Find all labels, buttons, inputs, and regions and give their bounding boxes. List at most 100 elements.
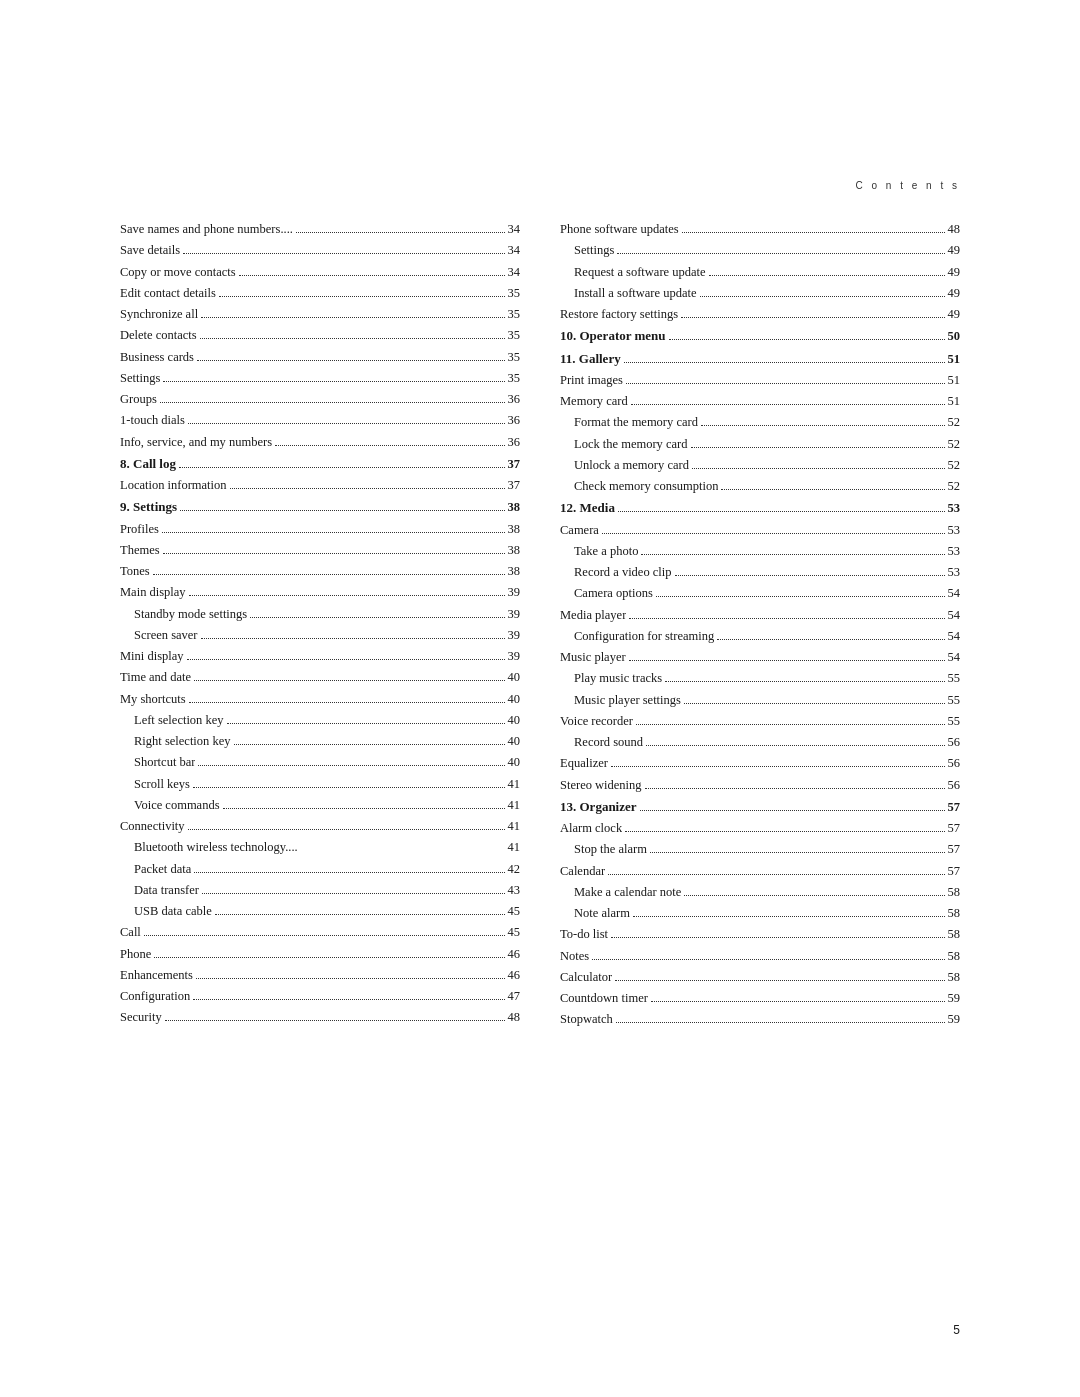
toc-dots bbox=[640, 810, 945, 811]
list-item: Screen saver39 bbox=[120, 625, 520, 646]
toc-dots bbox=[187, 659, 505, 660]
toc-page-number: 53 bbox=[948, 498, 961, 519]
toc-title-text: Enhancements bbox=[120, 965, 193, 986]
list-item: Configuration for streaming54 bbox=[560, 626, 960, 647]
toc-dots bbox=[701, 425, 945, 426]
toc-dots bbox=[616, 1022, 945, 1023]
toc-page-number: 36 bbox=[508, 432, 521, 453]
list-item: Print images51 bbox=[560, 370, 960, 391]
toc-dots bbox=[250, 617, 504, 618]
toc-dots bbox=[684, 703, 945, 704]
toc-title-text: Shortcut bar bbox=[134, 752, 195, 773]
toc-page-number: 57 bbox=[948, 797, 961, 818]
toc-dots bbox=[717, 639, 944, 640]
toc-title-text: Bluetooth wireless technology.... bbox=[134, 837, 298, 858]
toc-page-number: 41 bbox=[508, 795, 521, 816]
toc-dots bbox=[189, 595, 505, 596]
list-item: Packet data42 bbox=[120, 859, 520, 880]
toc-title-text: Configuration bbox=[120, 986, 190, 1007]
toc-dots bbox=[675, 575, 945, 576]
toc-page-number: 38 bbox=[508, 561, 521, 582]
list-item: USB data cable45 bbox=[120, 901, 520, 922]
list-item: Save details34 bbox=[120, 240, 520, 261]
toc-page-number: 49 bbox=[948, 304, 961, 325]
toc-dots bbox=[651, 1001, 945, 1002]
toc-dots bbox=[188, 423, 505, 424]
toc-title-text: Business cards bbox=[120, 347, 194, 368]
toc-title-text: Stereo widening bbox=[560, 775, 642, 796]
list-item: Alarm clock57 bbox=[560, 818, 960, 839]
toc-dots bbox=[198, 765, 504, 766]
toc-dots bbox=[219, 296, 505, 297]
toc-dots bbox=[618, 511, 945, 512]
toc-title-text: Alarm clock bbox=[560, 818, 622, 839]
toc-title-text: Record a video clip bbox=[574, 562, 672, 583]
toc-page-number: 41 bbox=[508, 774, 521, 795]
toc-dots bbox=[162, 532, 505, 533]
toc-title-text: My shortcuts bbox=[120, 689, 186, 710]
toc-dots bbox=[165, 1020, 505, 1021]
toc-page-number: 34 bbox=[508, 240, 521, 261]
toc-title-text: Settings bbox=[574, 240, 614, 261]
list-item: Call45 bbox=[120, 922, 520, 943]
toc-dots bbox=[234, 744, 505, 745]
toc-title-text: Tones bbox=[120, 561, 150, 582]
toc-dots bbox=[646, 745, 944, 746]
list-item: Shortcut bar40 bbox=[120, 752, 520, 773]
list-item: Request a software update49 bbox=[560, 262, 960, 283]
list-item: Check memory consumption52 bbox=[560, 476, 960, 497]
toc-dots bbox=[602, 533, 945, 534]
toc-page-number: 55 bbox=[948, 711, 961, 732]
toc-title-text: Request a software update bbox=[574, 262, 706, 283]
toc-page-number: 58 bbox=[948, 882, 961, 903]
toc-title-text: Save names and phone numbers.... bbox=[120, 219, 293, 240]
toc-title-text: 11. Gallery bbox=[560, 348, 621, 370]
list-item: Data transfer43 bbox=[120, 880, 520, 901]
toc-page-number: 39 bbox=[508, 646, 521, 667]
toc-dots bbox=[626, 383, 945, 384]
toc-page-number: 53 bbox=[948, 520, 961, 541]
toc-wrapper: Save names and phone numbers.... 34Save d… bbox=[120, 219, 960, 1031]
toc-page-number: 54 bbox=[948, 583, 961, 604]
toc-dots bbox=[631, 404, 945, 405]
toc-dots bbox=[188, 829, 505, 830]
toc-dots bbox=[200, 338, 505, 339]
toc-page-number: 36 bbox=[508, 389, 521, 410]
toc-page-number: 56 bbox=[948, 732, 961, 753]
toc-page-number: 39 bbox=[508, 625, 521, 646]
toc-dots bbox=[215, 914, 505, 915]
toc-title-text: Time and date bbox=[120, 667, 191, 688]
list-item: Calculator58 bbox=[560, 967, 960, 988]
list-item: Profiles38 bbox=[120, 519, 520, 540]
toc-title-text: Groups bbox=[120, 389, 157, 410]
list-item: Groups 36 bbox=[120, 389, 520, 410]
toc-page-number: 58 bbox=[948, 924, 961, 945]
toc-dots bbox=[641, 554, 944, 555]
toc-dots bbox=[625, 831, 944, 832]
list-item: 12. Media53 bbox=[560, 497, 960, 519]
toc-dots bbox=[700, 296, 945, 297]
toc-page-number: 47 bbox=[508, 986, 521, 1007]
toc-title-text: Delete contacts bbox=[120, 325, 197, 346]
toc-page-number: 39 bbox=[508, 582, 521, 603]
list-item: Phone software updates48 bbox=[560, 219, 960, 240]
list-item: Equalizer56 bbox=[560, 753, 960, 774]
toc-title-text: Take a photo bbox=[574, 541, 638, 562]
toc-dots bbox=[684, 895, 944, 896]
toc-title-text: 13. Organizer bbox=[560, 796, 637, 818]
toc-title-text: USB data cable bbox=[134, 901, 212, 922]
toc-title-text: Edit contact details bbox=[120, 283, 216, 304]
toc-dots bbox=[153, 574, 505, 575]
toc-title-text: Phone bbox=[120, 944, 151, 965]
list-item: Phone 46 bbox=[120, 944, 520, 965]
toc-title-text: Unlock a memory card bbox=[574, 455, 689, 476]
toc-page-number: 35 bbox=[508, 283, 521, 304]
toc-title-text: Note alarm bbox=[574, 903, 630, 924]
list-item: Stop the alarm57 bbox=[560, 839, 960, 860]
toc-title-text: Info, service, and my numbers bbox=[120, 432, 272, 453]
toc-page-number: 52 bbox=[948, 434, 961, 455]
list-item: Settings35 bbox=[120, 368, 520, 389]
toc-page-number: 54 bbox=[948, 647, 961, 668]
toc-page-number: 46 bbox=[508, 944, 521, 965]
toc-dots bbox=[681, 317, 944, 318]
